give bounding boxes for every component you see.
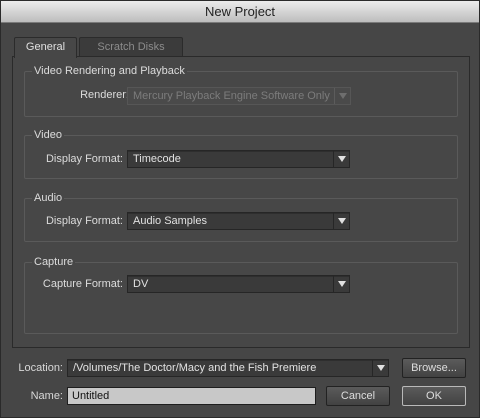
browse-button[interactable]: Browse...	[402, 358, 466, 378]
audio-display-format-value: Audio Samples	[133, 215, 207, 227]
video-display-format-label: Display Format:	[45, 153, 123, 165]
new-project-dialog: New Project General Scratch Disks Video …	[0, 0, 480, 418]
audio-display-format-label: Display Format:	[45, 215, 123, 227]
window-title: New Project	[1, 1, 479, 23]
renderer-select: Mercury Playback Engine Software Only	[127, 87, 351, 105]
capture-format-label: Capture Format:	[42, 278, 123, 290]
capture-format-select[interactable]: DV	[127, 275, 350, 293]
renderer-value: Mercury Playback Engine Software Only	[133, 90, 330, 102]
audio-display-format-select[interactable]: Audio Samples	[127, 212, 350, 230]
location-label: Location:	[18, 362, 63, 374]
video-rendering-title: Video Rendering and Playback	[32, 65, 187, 77]
video-title: Video	[32, 129, 64, 141]
cancel-button[interactable]: Cancel	[326, 386, 390, 406]
chevron-down-icon	[333, 276, 349, 292]
capture-format-value: DV	[133, 278, 149, 290]
name-field[interactable]	[67, 387, 316, 405]
general-panel: Video Rendering and Playback Renderer: M…	[12, 56, 470, 348]
audio-title: Audio	[32, 192, 65, 204]
chevron-down-icon	[333, 213, 349, 229]
chevron-down-icon	[372, 360, 388, 376]
tab-scratch-disks[interactable]: Scratch Disks	[79, 37, 183, 57]
video-display-format-select[interactable]: Timecode	[127, 150, 350, 168]
ok-button[interactable]: OK	[402, 386, 466, 406]
name-label: Name:	[30, 390, 63, 402]
video-display-format-value: Timecode	[133, 153, 181, 165]
capture-title: Capture	[32, 256, 76, 268]
location-select[interactable]: /Volumes/The Doctor/Macy and the Fish Pr…	[67, 359, 389, 377]
capture-group	[24, 262, 458, 334]
tab-general[interactable]: General	[14, 37, 77, 58]
chevron-down-icon	[334, 88, 350, 104]
location-value: /Volumes/The Doctor/Macy and the Fish Pr…	[73, 362, 317, 374]
renderer-label: Renderer:	[80, 89, 129, 101]
chevron-down-icon	[333, 151, 349, 167]
